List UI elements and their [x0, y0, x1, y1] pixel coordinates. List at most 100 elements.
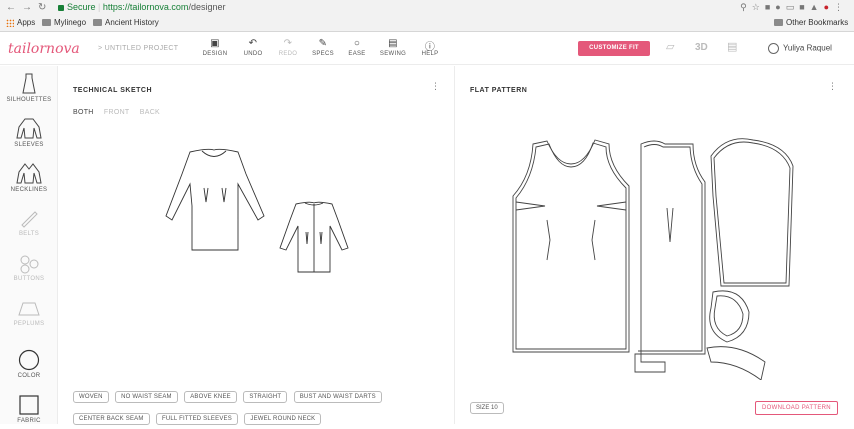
- user-name: Yuliya Raquel: [783, 43, 832, 53]
- breadcrumb[interactable]: > UNTITLED PROJECT: [98, 45, 178, 52]
- sidebar-item-buttons[interactable]: BUTTONS: [0, 254, 58, 282]
- sidebar-item-label: SLEEVES: [14, 142, 44, 148]
- undo-icon: ↶: [248, 38, 258, 49]
- lock-icon: [58, 4, 64, 11]
- extension-icon[interactable]: ■: [765, 2, 775, 12]
- back-icon[interactable]: ←: [6, 2, 16, 13]
- url-path: /designer: [188, 2, 226, 12]
- tool-label: EASE: [348, 51, 366, 57]
- bookmark-mylinego[interactable]: Mylinego: [42, 18, 86, 27]
- sketch-more-icon[interactable]: ⋮: [431, 82, 440, 91]
- panel-divider: [454, 66, 455, 424]
- pattern-more-icon[interactable]: ⋮: [828, 82, 837, 91]
- sidebar-item-label: BELTS: [18, 231, 40, 237]
- buttons-icon: [20, 255, 39, 274]
- pattern-front-bodice: [512, 139, 630, 353]
- key-icon[interactable]: ⚲: [740, 2, 752, 12]
- tag-woven[interactable]: WOVEN: [73, 391, 109, 403]
- sidebar-item-label: SILHOUETTES: [6, 97, 52, 103]
- extension-icon[interactable]: ●: [775, 2, 785, 12]
- download-pattern-button[interactable]: DOWNLOAD PATTERN: [755, 401, 838, 415]
- technical-sketch-drawing: [165, 148, 349, 273]
- browser-chrome: ← → ↻ Secure | https://tailornova.com/de…: [0, 0, 854, 32]
- flat-pattern-title: FLAT PATTERN: [470, 87, 528, 94]
- customize-fit-button[interactable]: CUSTOMIZE FIT: [578, 41, 650, 56]
- size-badge[interactable]: SIZE 10: [470, 402, 504, 414]
- tag-above-knee[interactable]: ABOVE KNEE: [184, 391, 237, 403]
- tool-label: SPECS: [312, 51, 334, 57]
- pencil-icon: ✎: [318, 38, 328, 49]
- technical-sketch-title: TECHNICAL SKETCH: [73, 87, 153, 94]
- tool-help[interactable]: ⓘ HELP: [412, 38, 448, 57]
- tool-label: HELP: [421, 51, 439, 57]
- tool-label: DESIGN: [202, 51, 228, 57]
- menu-icon[interactable]: ⋮: [834, 2, 848, 12]
- tag-jewel-round-neck[interactable]: JEWEL ROUND NECK: [244, 413, 322, 425]
- sidebar-item-peplums[interactable]: PEPLUMS: [0, 301, 58, 327]
- tool-design[interactable]: ▣ DESIGN: [197, 38, 233, 57]
- tool-specs[interactable]: ✎ SPECS: [305, 38, 341, 57]
- tab-front[interactable]: FRONT: [104, 109, 130, 116]
- sidebar-item-sleeves[interactable]: SLEEVES: [0, 118, 58, 148]
- cast-icon[interactable]: ▭: [786, 2, 800, 12]
- tailornova-logo[interactable]: tailornova: [8, 41, 80, 57]
- tab-back[interactable]: BACK: [140, 109, 160, 116]
- sidebar-item-color[interactable]: COLOR: [0, 349, 58, 379]
- bookmark-apps[interactable]: Apps: [6, 18, 35, 27]
- dress-back-sketch: [279, 201, 349, 273]
- tag-straight[interactable]: STRAIGHT: [243, 391, 288, 403]
- dress-form-icon[interactable]: ▱: [666, 40, 674, 53]
- url-host: https://tailornova.com: [102, 2, 189, 12]
- user-menu[interactable]: Yuliya Raquel: [768, 43, 832, 54]
- dress-front-sketch: [165, 148, 265, 251]
- flat-pattern-drawing: [512, 138, 794, 380]
- circle-icon: ○: [353, 38, 361, 49]
- tool-label: UNDO: [243, 51, 263, 57]
- pattern-back-bodice: [634, 140, 706, 373]
- secure-label: Secure: [67, 2, 96, 12]
- book-icon: ▤: [388, 38, 398, 49]
- bookmark-ancient-history[interactable]: Ancient History: [93, 18, 159, 27]
- url-bar[interactable]: Secure | https://tailornova.com/designer: [58, 2, 225, 12]
- dress-icon: [22, 73, 36, 94]
- sidebar-item-label: COLOR: [17, 373, 41, 379]
- tool-sewing[interactable]: ▤ SEWING: [375, 38, 411, 57]
- bookmark-other[interactable]: Other Bookmarks: [774, 18, 848, 27]
- color-circle-icon: [18, 349, 40, 371]
- sidebar-item-label: PEPLUMS: [13, 321, 45, 327]
- feature-tags: WOVEN NO WAIST SEAM ABOVE KNEE STRAIGHT …: [73, 385, 443, 429]
- fabric-square-icon: [19, 395, 39, 415]
- pattern-view-icon[interactable]: ▤: [727, 40, 737, 53]
- tool-undo[interactable]: ↶ UNDO: [235, 38, 271, 57]
- sleeves-icon: [16, 118, 42, 139]
- sidebar-item-belts[interactable]: BELTS: [0, 209, 58, 237]
- extension-icons[interactable]: ⚲☆■●▭■▲●⋮: [740, 2, 848, 13]
- tab-both[interactable]: BOTH: [73, 109, 94, 116]
- view-3d-button[interactable]: 3D: [695, 42, 708, 53]
- extension-icon[interactable]: ■: [799, 2, 809, 12]
- tool-redo[interactable]: ↷ REDO: [270, 38, 306, 57]
- bookmarks-bar: Apps Mylinego Ancient History Other Book…: [0, 17, 854, 31]
- sidebar-item-fabric[interactable]: FABRIC: [0, 394, 58, 424]
- tool-label: REDO: [278, 51, 298, 57]
- pattern-sleeve: [710, 138, 794, 287]
- tag-bust-waist-darts[interactable]: BUST AND WAIST DARTS: [293, 391, 382, 403]
- bookmark-label: Apps: [17, 18, 36, 27]
- peplum-icon: [18, 302, 40, 316]
- tool-ease[interactable]: ○ EASE: [339, 38, 375, 57]
- tag-full-fitted-sleeves[interactable]: FULL FITTED SLEEVES: [156, 413, 238, 425]
- reload-icon[interactable]: ↻: [38, 2, 46, 13]
- tag-no-waist-seam[interactable]: NO WAIST SEAM: [115, 391, 178, 403]
- pinterest-icon[interactable]: ●: [824, 2, 834, 12]
- star-icon[interactable]: ☆: [752, 2, 765, 12]
- sidebar-item-silhouettes[interactable]: SILHOUETTES: [0, 73, 58, 103]
- extension-icon[interactable]: ▲: [810, 2, 824, 12]
- sidebar-item-necklines[interactable]: NECKLINES: [0, 163, 58, 193]
- sidebar-item-label: NECKLINES: [10, 187, 48, 193]
- forward-icon[interactable]: →: [22, 2, 32, 13]
- apps-icon: [6, 18, 14, 27]
- redo-icon: ↷: [283, 38, 293, 49]
- tag-center-back-seam[interactable]: CENTER BACK SEAM: [73, 413, 150, 425]
- folder-icon: [93, 19, 102, 27]
- sidebar-item-label: FABRIC: [17, 418, 41, 424]
